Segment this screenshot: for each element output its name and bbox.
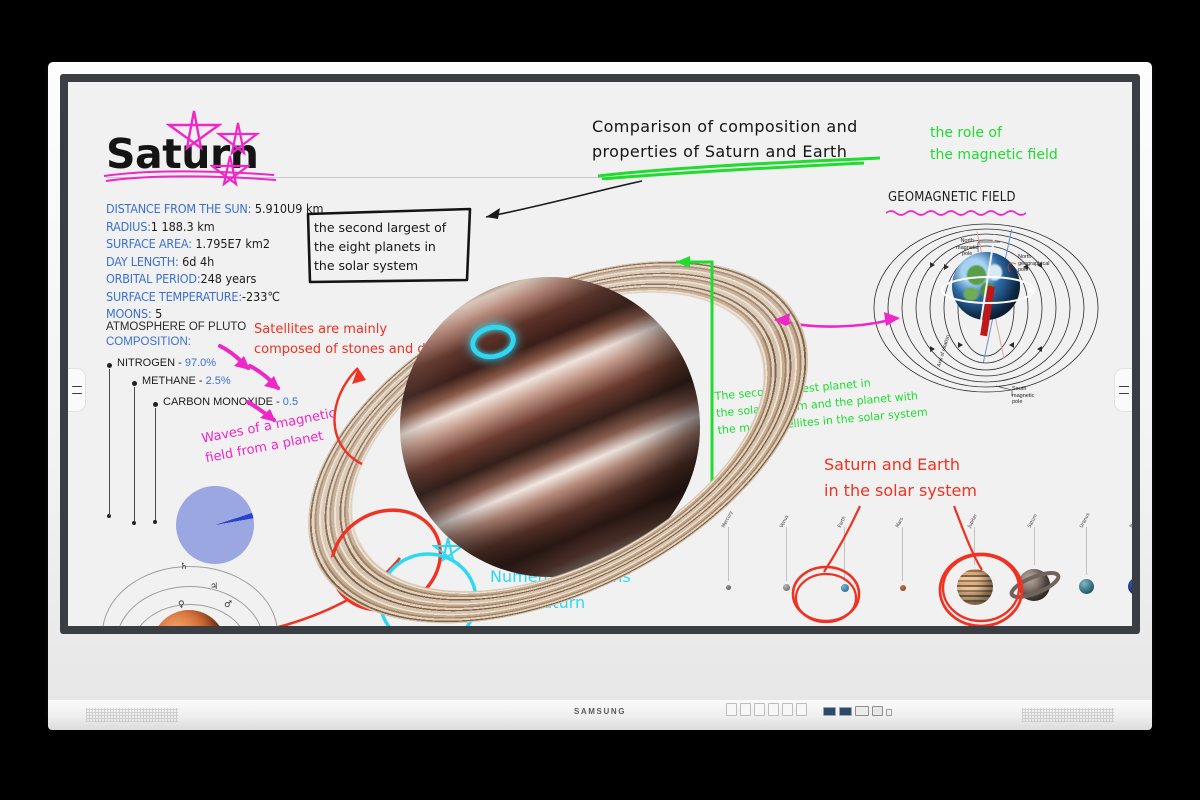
device-button[interactable]	[782, 703, 793, 716]
orbit-symbol-saturn: ♄	[180, 562, 189, 572]
hamburger-handle-icon	[71, 386, 82, 394]
planet-label-saturn: Saturn	[1026, 513, 1039, 529]
whiteboard-screen[interactable]: Saturn DISTANCE FROM THE SUN: 5.910U9 km…	[68, 82, 1132, 626]
hamburger-handle-icon	[1118, 386, 1129, 394]
planet-leader	[786, 527, 787, 581]
device-button[interactable]	[768, 703, 779, 716]
leader-line	[109, 369, 110, 516]
speaker-vent-left	[86, 708, 178, 722]
left-side-handle[interactable]	[68, 368, 86, 412]
composition-bullet	[153, 402, 158, 407]
leader-endpoint	[132, 521, 136, 525]
planet-ball-earth	[841, 584, 849, 592]
hdmi-port	[855, 706, 869, 716]
aux-port	[886, 709, 892, 716]
pole-leader-lines	[977, 241, 1017, 396]
planet-ball-neptune	[1128, 578, 1132, 595]
planet-label-neptune: Neptune	[1128, 509, 1132, 529]
leader-line	[155, 408, 156, 522]
device-port-panel	[726, 703, 892, 716]
planet-ball-uranus	[1079, 579, 1094, 594]
composition-item-nitrogen: NITROGEN - 97.0%	[117, 357, 217, 369]
annotation-saturn-earth: Saturn and Earth in the solar system	[824, 455, 977, 500]
leader-line	[134, 387, 135, 523]
orbit-symbol-mars: ♂	[224, 600, 233, 610]
page-title: Saturn	[106, 130, 259, 178]
composition-bullet	[132, 381, 137, 386]
planet-leader	[902, 527, 903, 581]
device-button[interactable]	[726, 703, 737, 716]
brand-logo: SAMSUNG	[573, 707, 627, 716]
planet-ball-jupiter	[957, 569, 993, 605]
composition-pie-chart	[176, 486, 254, 564]
composition-heading: ATMOSPHERE OF PLUTO COMPOSITION:	[106, 321, 247, 348]
device-button[interactable]	[740, 703, 751, 716]
planet-leader	[728, 527, 729, 581]
annotation-role-magnetic: the role of the magnetic field	[930, 125, 1058, 163]
device-button[interactable]	[754, 703, 765, 716]
usb-port	[823, 707, 836, 716]
planet-ball-saturn-ring	[1009, 571, 1061, 599]
composition-bullet	[107, 363, 112, 368]
orbit-symbol-jupiter: ♃	[210, 582, 219, 592]
planet-leader	[844, 527, 845, 581]
planet-ball-mars	[900, 585, 906, 591]
screenshot-root: Saturn DISTANCE FROM THE SUN: 5.910U9 km…	[0, 0, 1200, 800]
orbit-symbol-venus: ♀	[178, 600, 185, 610]
planet-label-jupiter: Jupiter	[966, 513, 979, 529]
solar-system-planet-row: Mercury Venus Earth Mars Jupiter Saturn …	[708, 507, 1132, 617]
usb-port	[839, 707, 852, 716]
planet-leader	[974, 527, 975, 565]
planet-ball-mercury	[726, 585, 731, 590]
lan-port	[872, 706, 883, 716]
whiteboard-canvas[interactable]: Saturn DISTANCE FROM THE SUN: 5.910U9 km…	[68, 82, 1132, 626]
planet-ball-venus	[783, 584, 790, 591]
annotation-headline: Comparison of composition and properties…	[592, 117, 858, 161]
right-side-handle[interactable]	[1114, 368, 1132, 412]
planet-label-mars: Mars	[894, 516, 906, 529]
planet-label-venus: Venus	[778, 514, 791, 529]
planet-leader	[1034, 527, 1035, 565]
planet-label-earth: Earth	[836, 515, 848, 529]
planet-leader	[1086, 527, 1087, 575]
power-button[interactable]	[796, 703, 807, 716]
composition-item-methane: METHANE - 2.5%	[142, 375, 231, 387]
speaker-vent-right	[1022, 708, 1114, 722]
geomagnetic-field-diagram: GEOMAGNETIC FIELD North magnetic pole No…	[860, 190, 1110, 430]
leader-endpoint	[153, 520, 157, 524]
